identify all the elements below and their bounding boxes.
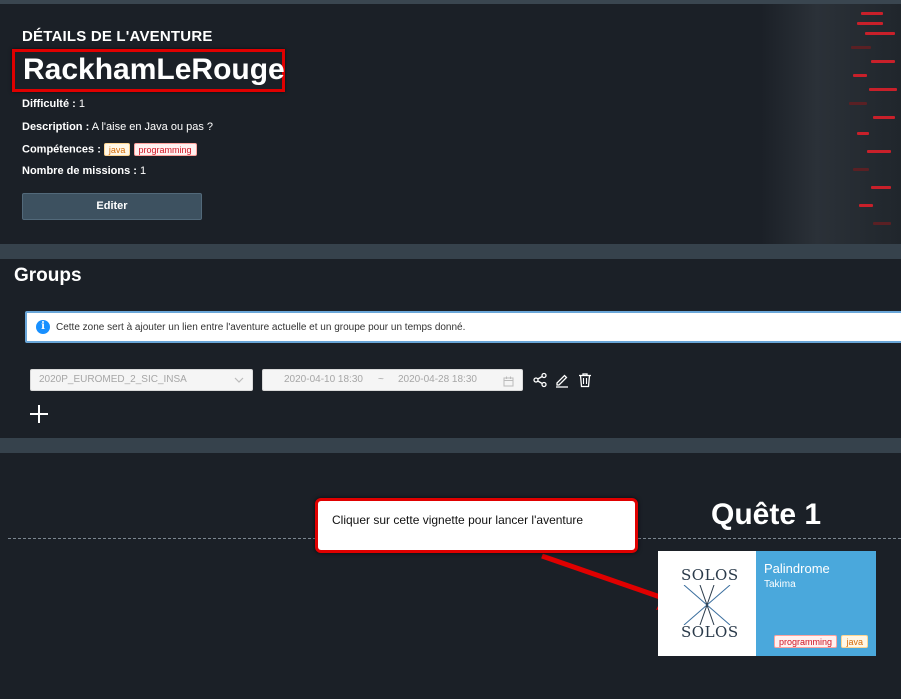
group-select-value: 2020P_EUROMED_2_SIC_INSA	[39, 374, 187, 385]
trash-icon[interactable]	[577, 372, 593, 388]
range-start[interactable]: 2020-04-10 18:30	[284, 370, 363, 390]
range-end[interactable]: 2020-04-28 18:30	[398, 370, 477, 390]
section-divider	[0, 438, 901, 453]
chevron-down-icon	[234, 370, 244, 398]
groups-info-alert: i Cette zone sert à ajouter un lien entr…	[25, 311, 901, 343]
card-tag-programming: programming	[774, 635, 838, 649]
missions-value: 1	[139, 165, 147, 177]
quest-card-subtitle: Takima	[764, 579, 796, 590]
skill-tag-java: java	[103, 143, 131, 156]
logo-text-top: SOLOS	[681, 566, 739, 584]
share-icon[interactable]	[532, 372, 548, 388]
details-heading: DÉTAILS DE L'AVENTURE	[22, 28, 213, 45]
skills-row: Compétences : java programming	[22, 143, 197, 156]
skill-tag-programming: programming	[133, 143, 197, 156]
edit-icon[interactable]	[554, 372, 570, 388]
description-value: A l'aise en Java ou pas ?	[91, 121, 214, 133]
quest-card-image: SOLOS SOLOS	[658, 551, 756, 656]
description-label: Description :	[22, 121, 90, 133]
plus-icon[interactable]	[29, 404, 49, 424]
header-background-image	[761, 4, 901, 244]
missions-row: Nombre de missions : 1	[22, 165, 146, 177]
logo-text-bottom: SOLOS	[681, 623, 739, 641]
description-row: Description : A l'aise en Java ou pas ?	[22, 121, 213, 133]
edit-button[interactable]: Editer	[22, 193, 202, 220]
group-select[interactable]: 2020P_EUROMED_2_SIC_INSA	[30, 369, 253, 391]
date-range-picker[interactable]: 2020-04-10 18:30 ~ 2020-04-28 18:30	[262, 369, 523, 391]
quest-card-tags: programming java	[774, 633, 868, 651]
adventure-title: RackhamLeRouge	[12, 49, 285, 92]
groups-title: Groups	[14, 265, 82, 286]
info-text: Cette zone sert à ajouter un lien entre …	[56, 321, 466, 333]
quest-card-title: Palindrome	[764, 561, 830, 576]
adventure-details: DÉTAILS DE L'AVENTURE RackhamLeRouge Dif…	[0, 4, 901, 244]
quest-title: Quête 1	[711, 498, 822, 531]
card-tag-java: java	[841, 635, 868, 649]
difficulty-row: Difficulté : 1	[22, 98, 85, 110]
info-icon: i	[36, 320, 50, 334]
difficulty-value: 1	[78, 98, 85, 110]
skills-label: Compétences :	[22, 143, 101, 156]
difficulty-label: Difficulté :	[22, 98, 76, 110]
tooltip-callout: Cliquer sur cette vignette pour lancer l…	[315, 498, 638, 553]
quest-card[interactable]: SOLOS SOLOS Palindrome Takima programmin…	[658, 551, 876, 656]
range-separator: ~	[378, 374, 384, 385]
missions-label: Nombre de missions :	[22, 165, 137, 177]
calendar-icon	[503, 375, 514, 395]
section-divider	[0, 244, 901, 259]
